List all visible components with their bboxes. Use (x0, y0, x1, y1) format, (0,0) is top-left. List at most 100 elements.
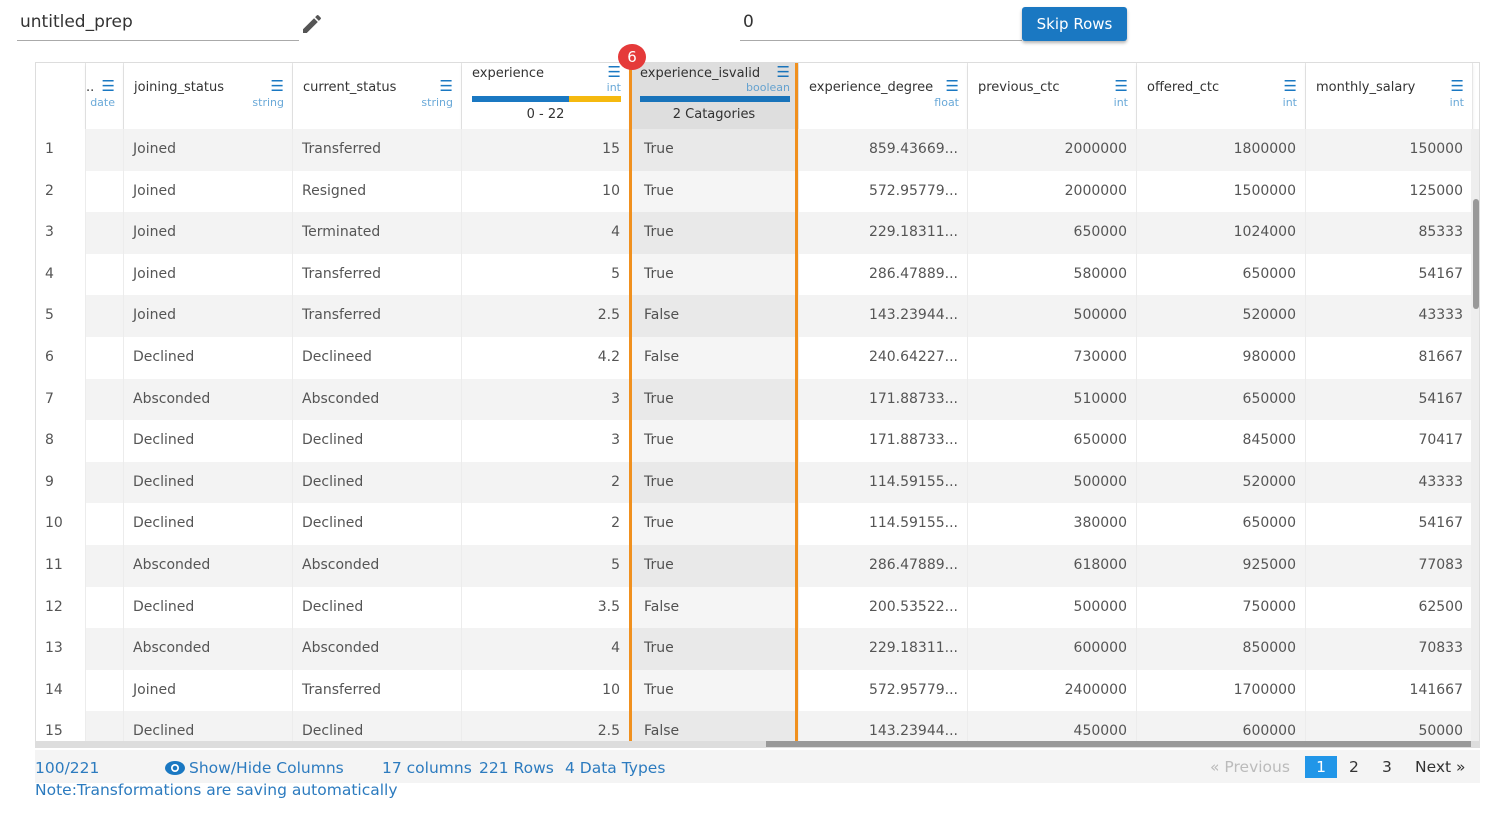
table-cell: 580000 (968, 253, 1137, 296)
table-cell: Transferred (293, 253, 462, 296)
total-rows: 221 Rows (479, 759, 554, 777)
column-header-6[interactable]: previous_ctc ☰ int (968, 63, 1137, 129)
table-cell: Declined (293, 503, 462, 545)
row-index: 4 (36, 253, 86, 296)
data-grid: .. ☰ date joining_status ☰ string current_… (35, 62, 1480, 748)
table-cell: 730000 (968, 337, 1137, 379)
table-cell: 650000 (968, 420, 1137, 462)
table-cell: 43333 (1306, 295, 1473, 337)
column-header-0[interactable]: .. ☰ date (86, 63, 124, 129)
table-cell: 2.5 (462, 295, 630, 337)
column-menu-icon[interactable]: ☰ (271, 79, 284, 94)
step-badge: 6 (618, 44, 646, 70)
table-cell: 650000 (968, 212, 1137, 254)
table-cell: 286.47889... (799, 253, 968, 296)
table-cell: 54167 (1306, 378, 1473, 421)
page-3-button[interactable]: 3 (1382, 758, 1392, 776)
grid-footer: 100/221 Show/Hide Columns 17 columns 221… (35, 750, 1480, 783)
table-cell: 171.88733... (799, 378, 968, 421)
row-index: 8 (36, 420, 86, 462)
vertical-scrollbar[interactable] (1471, 129, 1479, 747)
column-type: string (252, 96, 284, 109)
column-header-5[interactable]: experience_degree ☰ float (799, 63, 968, 129)
column-menu-icon[interactable]: ☰ (1451, 79, 1464, 94)
next-page-button[interactable]: Next » (1415, 758, 1466, 776)
horizontal-scrollbar[interactable] (36, 741, 1479, 747)
table-cell: 650000 (1137, 253, 1306, 296)
previous-page-button[interactable]: « Previous (1210, 758, 1290, 776)
table-cell: Declined (293, 420, 462, 462)
column-type: int (606, 81, 621, 94)
page-1-button[interactable]: 1 (1305, 756, 1337, 778)
row-index: 1 (36, 129, 86, 171)
table-cell: Absconded (293, 545, 462, 587)
table-cell: 229.18311... (799, 212, 968, 254)
row-index: 9 (36, 461, 86, 504)
table-cell: Declined (124, 337, 293, 379)
table-cell: 3 (462, 420, 630, 462)
table-cell: 510000 (968, 378, 1137, 421)
table-cell: 15 (462, 129, 630, 171)
column-type: int (1449, 96, 1464, 109)
table-cell: Transferred (293, 129, 462, 171)
column-menu-icon[interactable]: ☰ (946, 79, 959, 94)
column-header-7[interactable]: offered_ctc ☰ int (1137, 63, 1306, 129)
table-cell: 845000 (1137, 420, 1306, 462)
row-index: 3 (36, 212, 86, 254)
table-cell: Joined (124, 129, 293, 171)
column-menu-icon[interactable]: ☰ (1115, 79, 1128, 94)
column-menu-icon[interactable]: ☰ (1284, 79, 1297, 94)
column-header-1[interactable]: joining_status ☰ string (124, 63, 293, 129)
column-menu-icon[interactable]: ☰ (608, 65, 621, 80)
eye-icon (165, 761, 185, 775)
table-cell (86, 503, 124, 545)
column-header-2[interactable]: current_status ☰ string (293, 63, 462, 129)
table-cell: 4 (462, 212, 630, 254)
prep-name-input[interactable]: untitled_prep (17, 8, 299, 41)
table-cell: Joined (124, 212, 293, 254)
table-cell: Declined (124, 586, 293, 629)
table-cell: 500000 (968, 586, 1137, 629)
table-cell: 850000 (1137, 628, 1306, 670)
table-cell: 62500 (1306, 586, 1473, 629)
table-cell: Terminated (293, 212, 462, 254)
table-cell: Absconded (124, 545, 293, 587)
autosave-note: Note:Transformations are saving automati… (35, 781, 398, 799)
row-index: 2 (36, 170, 86, 213)
column-header-8[interactable]: monthly_salary ☰ int (1306, 63, 1473, 129)
show-hide-columns-button[interactable]: Show/Hide Columns (165, 759, 344, 777)
table-cell: Declined (293, 461, 462, 504)
edit-pencil-icon[interactable] (300, 12, 324, 36)
table-cell: 750000 (1137, 586, 1306, 629)
skip-rows-input[interactable]: 0 (740, 8, 1022, 41)
table-cell: Absconded (293, 628, 462, 670)
page-2-button[interactable]: 2 (1349, 758, 1359, 776)
table-cell: 240.64227... (799, 337, 968, 379)
table-cell: 54167 (1306, 503, 1473, 545)
table-cell: 4.2 (462, 337, 630, 379)
table-cell: 925000 (1137, 545, 1306, 587)
table-cell: Declined (124, 503, 293, 545)
table-cell (86, 628, 124, 670)
table-cell: 859.43669... (799, 129, 968, 171)
column-name: experience (472, 66, 545, 81)
table-cell: Absconded (293, 378, 462, 421)
column-type: int (1113, 96, 1128, 109)
row-index: 5 (36, 295, 86, 337)
table-cell: 3 (462, 378, 630, 421)
table-cell: 500000 (968, 461, 1137, 504)
column-menu-icon[interactable]: ☰ (102, 79, 115, 94)
column-menu-icon[interactable]: ☰ (440, 79, 453, 94)
column-count: 17 columns (382, 759, 472, 777)
column-name: previous_ctc (978, 80, 1060, 95)
skip-rows-button[interactable]: Skip Rows (1022, 7, 1127, 41)
column-name: offered_ctc (1147, 80, 1220, 95)
data-types-count: 4 Data Types (565, 759, 666, 777)
table-cell: Joined (124, 295, 293, 337)
table-cell: 1700000 (1137, 669, 1306, 712)
table-cell: 2000000 (968, 170, 1137, 213)
table-cell: 85333 (1306, 212, 1473, 254)
column-header-3[interactable]: experience ☰ int 0 - 22 (462, 63, 630, 129)
table-cell: 286.47889... (799, 545, 968, 587)
table-cell: 1800000 (1137, 129, 1306, 171)
